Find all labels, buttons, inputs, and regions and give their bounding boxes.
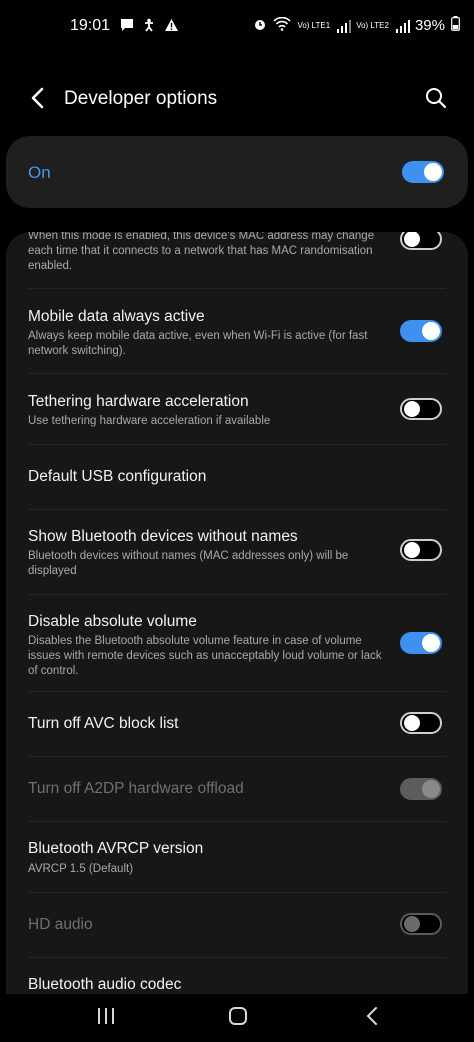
hd-audio-toggle [400,913,442,935]
list-item-bluetooth-audio-codec[interactable]: Bluetooth audio codec [6,958,468,994]
sim1-label: Vo) LTE1 [297,20,331,30]
list-item-turn-off-a2dp-hardware-offload: Turn off A2DP hardware offload [6,757,468,821]
master-switch-label: On [28,163,51,182]
list-item-title: Turn off A2DP hardware offload [28,780,244,797]
accessibility-icon [142,18,156,37]
system-icons: Vo) LTE1 Vo) LTE2 39% [253,16,460,35]
navigation-bar [0,994,474,1042]
status-bar: 19:01 Vo) LTE1 Vo) LTE2 39% [0,0,474,52]
list-item-title: Show Bluetooth devices without names [28,528,298,545]
turn-off-a2dp-hardware-offload-toggle [400,778,442,800]
mobile-data-always-active-toggle[interactable] [400,320,442,342]
back-nav-button[interactable] [352,1004,392,1032]
list-item-title: Tethering hardware acceleration [28,393,249,410]
home-button[interactable] [218,1004,258,1032]
back-nav-icon [365,1006,379,1031]
battery-icon [451,16,460,35]
chat-icon [120,18,134,37]
sim2-label: Vo) LTE2 [356,20,389,30]
back-icon [30,87,46,114]
recents-icon [96,1007,116,1030]
list-item-mobile-data-always-active[interactable]: Mobile data always active Always keep mo… [6,289,468,373]
back-button[interactable] [24,86,52,114]
alarm-icon [253,17,267,35]
list-item-title: Bluetooth AVRCP version [28,840,204,857]
list-item-tethering-hardware-acceleration[interactable]: Tethering hardware acceleration Use teth… [6,374,468,444]
battery-percent: 39% [414,17,445,34]
list-item-subtitle: Use tethering hardware acceleration if a… [28,415,271,427]
list-item-title: Bluetooth audio codec [28,976,182,993]
page-title: Developer options [64,88,218,109]
status-time: 19:01 [70,17,111,34]
list-item-turn-off-avc-block-list[interactable]: Turn off AVC block list [6,692,468,756]
list-item-disable-absolute-volume[interactable]: Disable absolute volume Disables the Blu… [6,595,468,691]
list-item-bluetooth-avrcp-version[interactable]: Bluetooth AVRCP version AVRCP 1.5 (Defau… [6,822,468,892]
list-item-default-usb-configuration[interactable]: Default USB configuration [6,445,468,509]
search-icon [424,88,448,114]
list-item-title: Default USB configuration [28,468,207,485]
home-icon [228,1006,248,1031]
wifi-icon [273,16,292,35]
list-item-mac-randomisation[interactable]: When this mode is enabled, this device's… [6,232,468,288]
recents-button[interactable] [86,1004,126,1032]
settings-list: When this mode is enabled, this device's… [6,232,468,994]
show-bluetooth-devices-without-names-toggle[interactable] [400,539,442,561]
master-toggle[interactable] [402,161,444,183]
notification-icons [120,18,179,37]
list-item-title: Disable absolute volume [28,613,197,630]
list-item-subtitle: Disables the Bluetooth absolute volume f… [28,635,382,677]
list-item-subtitle: Always keep mobile data active, even whe… [28,330,368,357]
list-item-subtitle: When this mode is enabled, this device's… [28,232,375,272]
turn-off-avc-block-list-toggle[interactable] [400,712,442,734]
mac-randomisation-toggle[interactable] [400,232,442,250]
list-item-subtitle: AVRCP 1.5 (Default) [28,863,134,875]
disable-absolute-volume-toggle[interactable] [400,632,442,654]
list-item-show-bluetooth-devices-without-names[interactable]: Show Bluetooth devices without names Blu… [6,510,468,594]
warning-icon [164,18,179,37]
signal-icon [336,19,352,33]
list-item-title: HD audio [28,916,93,933]
tethering-hardware-acceleration-toggle[interactable] [400,398,442,420]
app-header: Developer options [0,80,474,120]
signal-icon [395,19,410,33]
list-item-title: Mobile data always active [28,308,205,325]
list-item-hd-audio: HD audio [6,893,468,957]
master-switch-row[interactable]: On [6,136,468,208]
list-item-subtitle: Bluetooth devices without names (MAC add… [28,550,349,577]
search-button[interactable] [424,86,452,114]
list-item-title: Turn off AVC block list [28,715,179,732]
